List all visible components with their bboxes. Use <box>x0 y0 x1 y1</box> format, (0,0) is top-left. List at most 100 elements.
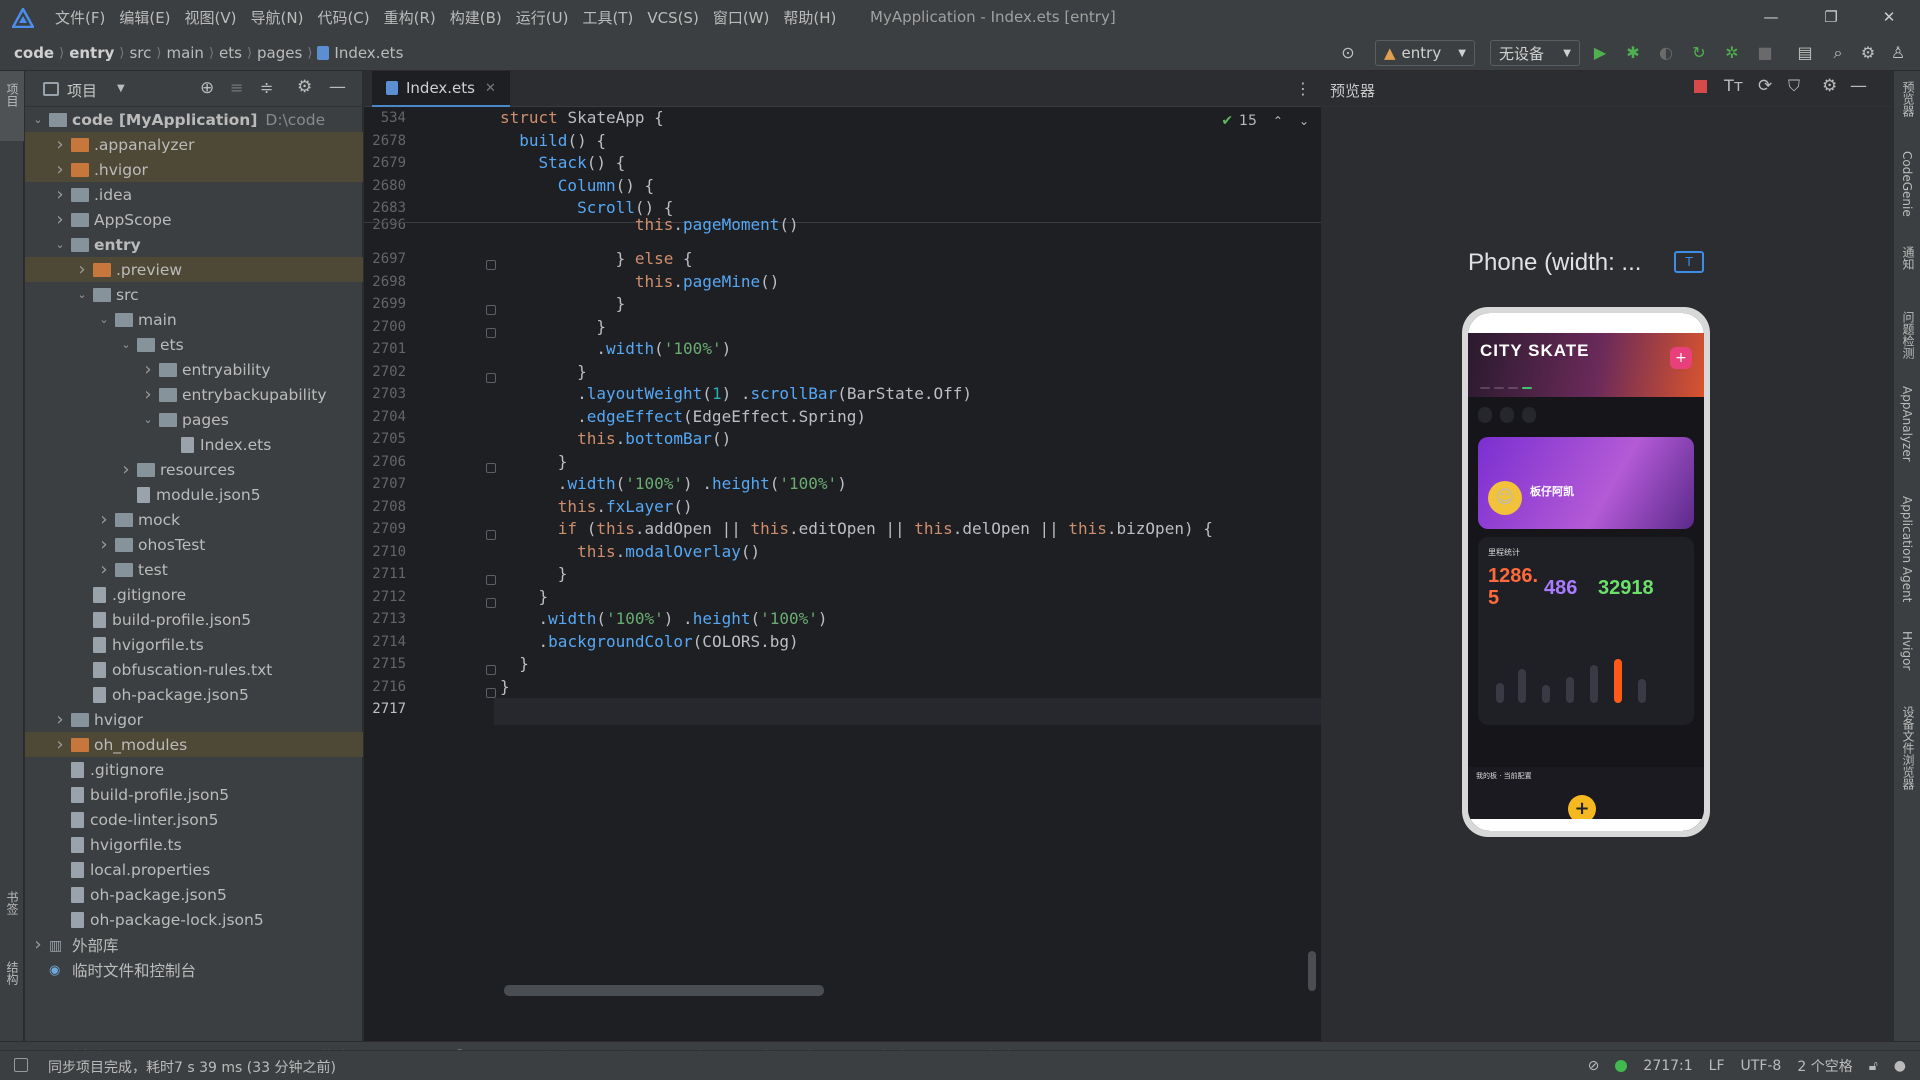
power-save-icon[interactable]: ⊘ <box>1588 1058 1600 1074</box>
settings-icon[interactable]: ⚙ <box>1858 43 1878 63</box>
breadcrumb-item[interactable]: Index.ets <box>334 44 403 62</box>
chip[interactable] <box>1478 407 1492 423</box>
phone-screen[interactable]: CITY SKATE + ☺ 板仔阿凯 里程统计 1286. 5 486 329… <box>1468 313 1704 831</box>
gear-icon[interactable]: ⚙ <box>297 77 312 97</box>
fold-marker-icon[interactable] <box>486 305 496 315</box>
chevron-right-icon[interactable]: › <box>141 384 155 405</box>
tree-item[interactable]: build-profile.json5 <box>25 782 363 807</box>
file-encoding[interactable]: UTF-8 <box>1741 1058 1782 1074</box>
chevron-right-icon[interactable]: › <box>53 709 67 730</box>
stop-preview-icon[interactable] <box>1694 80 1707 93</box>
fold-marker-icon[interactable] <box>486 372 496 383</box>
tree-item[interactable]: .gitignore <box>25 757 363 782</box>
tree-item[interactable]: module.json5 <box>25 482 363 507</box>
chevron-right-icon[interactable]: › <box>53 159 67 180</box>
tree-item[interactable]: build-profile.json5 <box>25 607 363 632</box>
minimize-button[interactable]: — <box>1760 6 1782 28</box>
tree-item[interactable]: hvigorfile.ts <box>25 832 363 857</box>
menu-item[interactable]: VCS(S) <box>647 9 698 27</box>
tree-item[interactable]: › AppScope <box>25 207 363 232</box>
expand-all-icon[interactable]: ≡ <box>230 78 243 97</box>
tree-item[interactable]: oh-package.json5 <box>25 882 363 907</box>
chevron-down-icon[interactable]: ⌄ <box>1299 114 1309 128</box>
gear-icon[interactable]: ⚙ <box>1822 76 1837 96</box>
tree-item[interactable]: ⌄ src <box>25 282 363 307</box>
caret-position[interactable]: 2717:1 <box>1643 1058 1692 1074</box>
chevron-right-icon[interactable]: › <box>97 534 111 555</box>
project-panel-title[interactable]: 项目 <box>67 80 97 101</box>
vertical-scrollbar[interactable] <box>1308 951 1316 991</box>
tree-item[interactable]: › entryability <box>25 357 363 382</box>
module-select[interactable]: ▲ entry ▼ <box>1375 40 1475 66</box>
chevron-right-icon[interactable]: › <box>31 934 45 955</box>
sync-status-icon[interactable] <box>1615 1060 1628 1072</box>
chevron-down-icon[interactable]: ⌄ <box>31 113 45 126</box>
chip[interactable] <box>1522 407 1536 423</box>
chevron-down-icon[interactable]: ⌄ <box>75 288 89 301</box>
tree-item[interactable]: ⌄ ets <box>25 332 363 357</box>
horizontal-scrollbar[interactable] <box>504 985 824 996</box>
chevron-right-icon[interactable]: › <box>97 559 111 580</box>
tree-item[interactable]: › ▥ 外部库 <box>25 932 363 957</box>
chevron-down-icon[interactable]: ⌄ <box>53 238 67 251</box>
menu-item[interactable]: 构建(B) <box>450 7 502 28</box>
hide-panel-icon[interactable]: — <box>329 77 346 97</box>
chevron-right-icon[interactable]: › <box>53 184 67 205</box>
tab-index-ets[interactable]: Index.ets ✕ <box>372 71 510 107</box>
device-switch-icon[interactable]: T <box>1674 251 1704 273</box>
chevron-down-icon[interactable]: ▼ <box>117 83 125 94</box>
tree-item[interactable]: › resources <box>25 457 363 482</box>
tree-item[interactable]: .gitignore <box>25 582 363 607</box>
tree-item[interactable]: oh-package.json5 <box>25 682 363 707</box>
chevron-down-icon[interactable]: ⌄ <box>141 413 155 426</box>
breadcrumb-item[interactable]: pages <box>257 44 302 62</box>
project-tool-button[interactable]: 项目 <box>0 71 24 141</box>
tree-item[interactable]: ⌄ entry <box>25 232 363 257</box>
maximize-button[interactable]: ❐ <box>1820 6 1842 28</box>
tree-item[interactable]: obfuscation-rules.txt <box>25 657 363 682</box>
layout-toggle-icon[interactable] <box>14 1058 28 1072</box>
menu-item[interactable]: 运行(U) <box>516 7 569 28</box>
tree-item[interactable]: code-linter.json5 <box>25 807 363 832</box>
code-area[interactable]: struct SkateApp { build() { Stack() { Co… <box>364 107 1321 1041</box>
chevron-down-icon[interactable]: ⌄ <box>119 338 133 351</box>
tree-item[interactable]: Index.ets <box>25 432 363 457</box>
menu-item[interactable]: 文件(F) <box>55 7 105 28</box>
fold-marker-icon[interactable] <box>486 260 496 270</box>
tree-item[interactable]: ⌄ code [MyApplication] D:\code <box>25 107 363 132</box>
profile-card[interactable]: ☺ 板仔阿凯 <box>1478 437 1694 529</box>
right-tool-label[interactable]: 预览器 <box>1900 81 1917 117</box>
menu-item[interactable]: 重构(R) <box>384 7 436 28</box>
font-size-icon[interactable]: Tт <box>1724 76 1743 95</box>
chevron-right-icon[interactable]: › <box>53 209 67 230</box>
inspector-icon[interactable]: ⛉ <box>1788 76 1800 96</box>
right-tool-label[interactable]: Hvigor <box>1900 631 1914 670</box>
chevron-up-icon[interactable]: ⌃ <box>1273 114 1283 128</box>
device-select[interactable]: 无设备 ▼ <box>1490 40 1580 66</box>
structure-tool-label[interactable]: 结构 <box>4 961 21 985</box>
tree-item[interactable]: › .preview <box>25 257 363 282</box>
collapse-all-icon[interactable]: ≑ <box>260 78 273 97</box>
tree-item[interactable]: › hvigor <box>25 707 363 732</box>
tree-item[interactable]: › oh_modules <box>25 732 363 757</box>
right-tool-label[interactable]: CodeGenie <box>1900 151 1914 217</box>
chevron-down-icon[interactable]: ⌄ <box>97 313 111 326</box>
notifications-icon[interactable]: ● <box>1894 1058 1906 1074</box>
more-tabs-icon[interactable]: ⋮ <box>1295 79 1311 98</box>
refresh-icon[interactable]: ⟳ <box>1758 76 1772 96</box>
fold-marker-icon[interactable] <box>486 687 496 698</box>
tree-item[interactable]: › entrybackupability <box>25 382 363 407</box>
inspection-widget[interactable]: ✔ 15 ⌃ ⌄ <box>1221 113 1309 129</box>
tree-item[interactable]: ◉ 临时文件和控制台 <box>25 957 363 982</box>
fold-marker-icon[interactable] <box>486 597 496 608</box>
menu-item[interactable]: 导航(N) <box>251 7 304 28</box>
tree-item[interactable]: › ohosTest <box>25 532 363 557</box>
tree-item[interactable]: › .hvigor <box>25 157 363 182</box>
menu-item[interactable]: 视图(V) <box>185 7 237 28</box>
breadcrumb-item[interactable]: src <box>129 44 151 62</box>
fold-marker-icon[interactable] <box>486 665 496 675</box>
attach-debugger-icon[interactable]: ◐ <box>1656 43 1676 63</box>
tree-item[interactable]: ⌄ main <box>25 307 363 332</box>
search-icon[interactable]: ⌕ <box>1828 43 1848 63</box>
close-button[interactable]: ✕ <box>1878 6 1900 28</box>
